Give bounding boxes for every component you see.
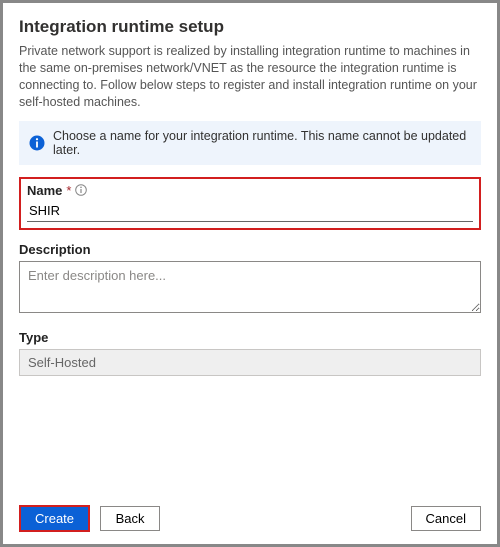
type-section: Type Self-Hosted	[19, 330, 481, 376]
required-marker: *	[66, 183, 71, 198]
type-label: Type	[19, 330, 481, 345]
name-label-row: Name *	[27, 183, 473, 198]
description-label: Description	[19, 242, 481, 257]
intro-text: Private network support is realized by i…	[19, 43, 481, 111]
name-field-highlight: Name *	[19, 177, 481, 230]
info-banner: Choose a name for your integration runti…	[19, 121, 481, 165]
back-button[interactable]: Back	[100, 506, 160, 531]
info-icon	[29, 135, 45, 151]
help-icon[interactable]	[75, 184, 87, 196]
page-title: Integration runtime setup	[19, 17, 481, 37]
integration-runtime-setup-panel: Integration runtime setup Private networ…	[0, 0, 500, 547]
description-textarea[interactable]	[19, 261, 481, 313]
create-button[interactable]: Create	[19, 505, 90, 532]
type-field: Self-Hosted	[19, 349, 481, 376]
footer-buttons: Create Back Cancel	[19, 505, 481, 532]
name-input[interactable]	[27, 200, 473, 222]
info-text: Choose a name for your integration runti…	[53, 129, 471, 157]
cancel-button[interactable]: Cancel	[411, 506, 481, 531]
name-label: Name	[27, 183, 62, 198]
description-section: Description	[19, 242, 481, 316]
